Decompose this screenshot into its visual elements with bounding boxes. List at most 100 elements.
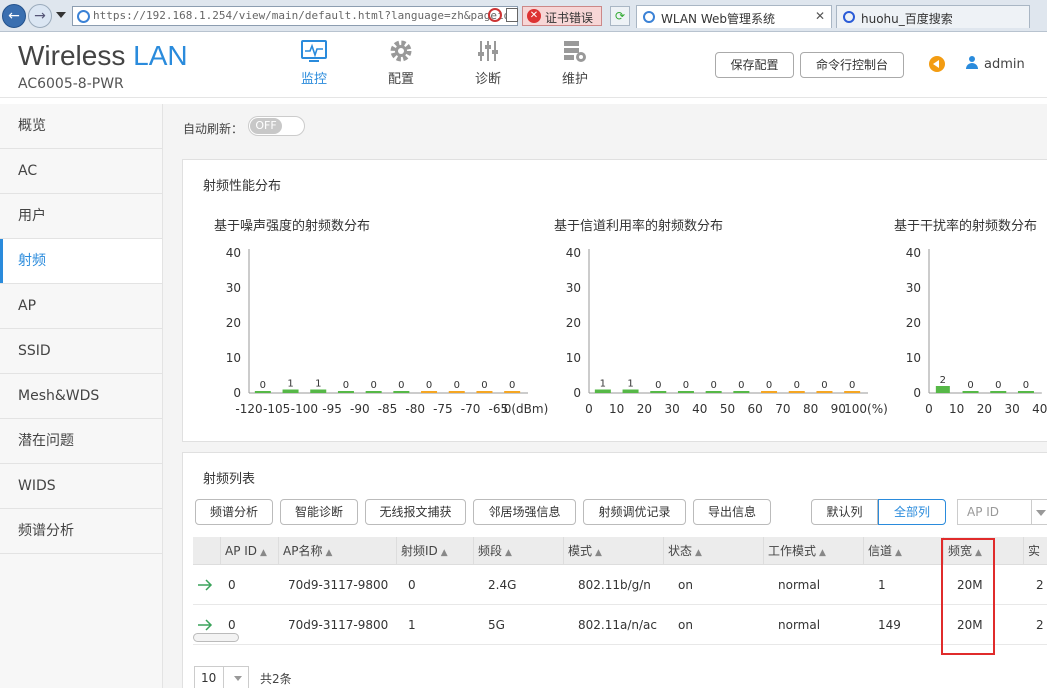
address-dropdown-icon[interactable]	[506, 8, 518, 22]
refresh-icon[interactable]: ⟳	[610, 6, 630, 26]
ie-icon	[643, 11, 655, 23]
col-mode[interactable]: 模式 ▲	[563, 537, 663, 565]
history-dropdown-icon[interactable]	[56, 12, 66, 18]
y-tick-label: 0	[233, 386, 241, 400]
sort-icon: ▲	[895, 548, 902, 558]
col-actual[interactable]: 实	[1023, 537, 1047, 565]
nav-diagnose-label: 诊断	[474, 72, 501, 87]
x-tick-label: 10	[609, 402, 624, 416]
col-label: AP ID	[225, 544, 258, 558]
col-band[interactable]: 频段 ▲	[473, 537, 563, 565]
bar-value-label: 0	[655, 380, 661, 391]
tab-baidu[interactable]: huohu_百度搜索	[836, 5, 1030, 28]
col-channel[interactable]: 信道 ▲	[863, 537, 943, 565]
auto-refresh-toggle[interactable]: OFF	[248, 116, 305, 136]
tuning-log-button[interactable]: 射频调优记录	[583, 499, 686, 525]
logo: Wireless LAN	[18, 40, 188, 72]
bar	[476, 391, 493, 393]
smart-diagnosis-button[interactable]: 智能诊断	[280, 499, 358, 525]
close-tab-icon[interactable]: ✕	[815, 9, 825, 23]
cli-console-button[interactable]: 命令行控制台	[800, 52, 904, 78]
search-icon[interactable]	[488, 8, 502, 22]
sidebar-item-ssid[interactable]: SSID	[0, 329, 162, 374]
sort-icon: ▲	[695, 548, 702, 558]
col-radio-id[interactable]: 射频ID ▲	[396, 537, 473, 565]
x-tick-label: -90	[350, 402, 370, 416]
packet-capture-button[interactable]: 无线报文捕获	[365, 499, 466, 525]
table-row[interactable]: 0 70d9-3117-9800 1 5G 802.11a/n/ac on no…	[193, 605, 1047, 645]
bar-value-label: 0	[509, 380, 515, 391]
bar-value-label: 2	[940, 375, 946, 386]
cell-radio-id: 1	[408, 618, 416, 632]
neighbor-rssi-button[interactable]: 邻居场强信息	[473, 499, 576, 525]
cell-channel: 149	[878, 618, 901, 632]
baidu-icon	[843, 11, 855, 23]
cell-ap-name: 70d9-3117-9800	[288, 618, 389, 632]
nav-diagnose[interactable]: 诊断	[458, 38, 518, 87]
bar-value-label: 0	[849, 380, 855, 391]
bar-value-label: 0	[454, 380, 460, 391]
y-tick-label: 10	[906, 351, 921, 365]
y-tick-label: 20	[906, 316, 921, 330]
cell-radio-id: 0	[408, 578, 416, 592]
col-ap-id[interactable]: AP ID ▲	[220, 537, 278, 565]
x-tick-label: 30	[1004, 402, 1019, 416]
filter-select[interactable]: AP ID	[957, 499, 1047, 525]
nav-maintain[interactable]: 维护	[545, 38, 605, 87]
sidebar-item-overview[interactable]: 概览	[0, 104, 162, 149]
bar	[1017, 391, 1034, 393]
col-ap-name[interactable]: AP名称 ▲	[278, 537, 396, 565]
sidebar-item-issues[interactable]: 潜在问题	[0, 419, 162, 464]
bar-value-label: 1	[600, 379, 606, 390]
cert-error-text: 证书错误	[545, 11, 594, 25]
expand-arrow-icon[interactable]	[197, 619, 213, 631]
highlight-box	[941, 538, 995, 655]
expand-arrow-icon[interactable]	[197, 579, 213, 591]
table-row[interactable]: 0 70d9-3117-9800 0 2.4G 802.11b/g/n on n…	[193, 565, 1047, 605]
sidebar-item-ac[interactable]: AC	[0, 149, 162, 194]
alarm-icon[interactable]	[929, 56, 945, 72]
nav-monitor[interactable]: 监控	[284, 38, 344, 87]
save-config-button[interactable]: 保存配置	[715, 52, 794, 78]
sidebar-item-mesh-wds[interactable]: Mesh&WDS	[0, 374, 162, 419]
nav-monitor-label: 监控	[300, 72, 327, 87]
nav-config[interactable]: 配置	[371, 38, 431, 87]
x-tick-label: 40	[692, 402, 707, 416]
forward-button[interactable]: →	[28, 4, 52, 28]
sidebar-item-ap[interactable]: AP	[0, 284, 162, 329]
page-size-select[interactable]: 10	[194, 666, 249, 688]
sidebar-item-radio[interactable]: 射频	[0, 239, 162, 284]
bar	[935, 386, 950, 393]
sidebar-item-wids[interactable]: WIDS	[0, 464, 162, 509]
x-tick-label: -85	[378, 402, 398, 416]
address-bar[interactable]: https://192.168.1.254/view/main/default.…	[72, 6, 518, 26]
y-tick-label: 30	[226, 281, 241, 295]
bar-value-label: 0	[766, 380, 772, 391]
export-button[interactable]: 导出信息	[693, 499, 771, 525]
tab-wlan[interactable]: WLAN Web管理系统 ✕	[636, 5, 832, 28]
bar-value-label: 0	[1023, 380, 1029, 391]
bar-value-label: 0	[794, 380, 800, 391]
sidebar-item-spectrum[interactable]: 频谱分析	[0, 509, 162, 554]
default-columns-button[interactable]: 默认列	[811, 499, 878, 525]
browser-toolbar: ← → https://192.168.1.254/view/main/defa…	[0, 0, 1047, 32]
rf-charts: 010203040-120 -105 -100 -95 -90 -85 -80 -75 -70-…	[226, 246, 1047, 416]
user-menu[interactable]: admin	[966, 56, 1025, 72]
all-columns-button[interactable]: 全部列	[878, 499, 946, 525]
y-tick-label: 40	[226, 246, 241, 260]
horizontal-scrollbar[interactable]	[193, 633, 239, 642]
spectrum-analysis-button[interactable]: 频谱分析	[195, 499, 273, 525]
x-tick-label: -105	[263, 402, 290, 416]
sidebar-item-users[interactable]: 用户	[0, 194, 162, 239]
y-tick-label: 20	[226, 316, 241, 330]
x-tick-label: 0(dBm)	[504, 402, 549, 416]
cert-error-badge[interactable]: ✕ 证书错误	[522, 6, 602, 26]
bar-value-label: 0	[995, 380, 1001, 391]
cell-ap-name: 70d9-3117-9800	[288, 578, 389, 592]
col-work-mode[interactable]: 工作模式 ▲	[763, 537, 863, 565]
col-status[interactable]: 状态 ▲	[663, 537, 763, 565]
back-button[interactable]: ←	[2, 4, 26, 28]
bar	[282, 389, 299, 393]
table-header: AP ID ▲ AP名称 ▲ 射频ID ▲ 频段 ▲ 模式 ▲ 状态 ▲ 工作模式 ▲ 信道 ▲…	[193, 537, 1047, 565]
bar-value-label: 0	[967, 380, 973, 391]
